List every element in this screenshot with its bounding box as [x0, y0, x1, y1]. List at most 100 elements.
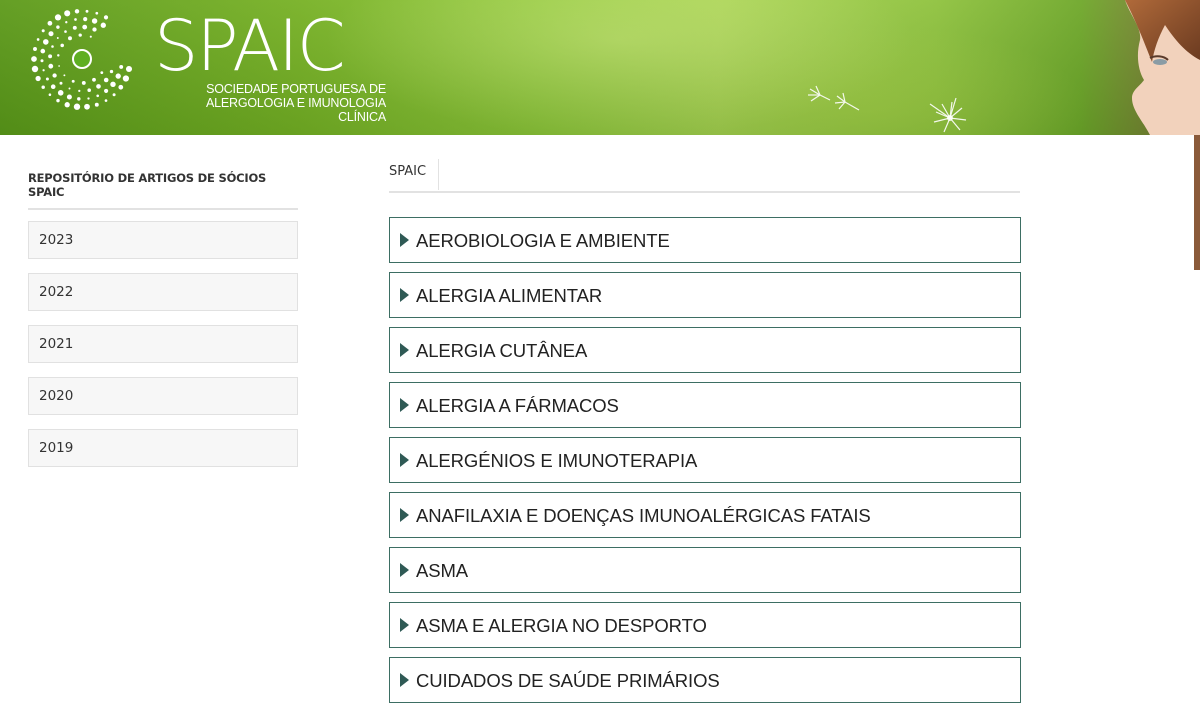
topic-item[interactable]: ALERGIA ALIMENTAR	[389, 272, 1021, 318]
year-item-2020[interactable]: 2020	[28, 377, 298, 415]
logo-dot	[57, 54, 60, 57]
logo-dot	[78, 33, 82, 37]
logo-dot	[71, 79, 75, 83]
logo-dot	[81, 80, 86, 85]
logo-dot	[109, 69, 114, 74]
logo-dot	[64, 10, 71, 17]
logo-dot	[33, 47, 37, 51]
year-item-2022[interactable]: 2022	[28, 273, 298, 311]
caret-right-icon	[400, 398, 409, 412]
logo-dot	[40, 59, 44, 63]
topic-label: ALERGIA ALIMENTAR	[416, 285, 603, 306]
year-item-2021[interactable]: 2021	[28, 325, 298, 363]
logo-dot	[85, 9, 89, 13]
logo-dot	[60, 43, 64, 48]
logo-dot	[68, 36, 72, 41]
logo-dot	[92, 27, 97, 32]
header-banner: SPAIC SOCIEDADE PORTUGUESA DE ALERGOLOGI…	[0, 0, 1200, 135]
logo-dot	[68, 87, 71, 90]
year-item-2023[interactable]: 2023	[28, 221, 298, 259]
logo-dot	[87, 88, 91, 92]
logo-dot	[42, 69, 45, 72]
topic-item[interactable]: ASMA E ALERGIA NO DESPORTO	[389, 602, 1021, 648]
topic-label: ALERGIA CUTÂNEA	[416, 340, 588, 361]
caret-right-icon	[400, 618, 409, 632]
logo-dot	[103, 15, 109, 20]
logo-dot	[58, 65, 60, 67]
logo-dot	[41, 85, 45, 89]
logo-dot	[48, 93, 52, 96]
child-portrait-decoration	[1125, 0, 1200, 135]
logo-dot	[112, 93, 116, 97]
topic-item[interactable]: ALERGIA A FÁRMACOS	[389, 382, 1021, 428]
logo-dot	[31, 65, 39, 73]
caret-right-icon	[400, 288, 409, 302]
logo-dot	[73, 103, 81, 110]
topic-item[interactable]: ALERGIA CUTÂNEA	[389, 327, 1021, 373]
logo-dot	[92, 77, 96, 82]
logo-dot	[63, 74, 66, 77]
topic-label: ASMA E ALERGIA NO DESPORTO	[416, 615, 707, 636]
logo-dot	[95, 11, 99, 15]
caret-right-icon	[400, 673, 409, 687]
logo-dot	[115, 73, 121, 79]
logo-dot	[52, 73, 57, 78]
topic-item[interactable]: CUIDADOS DE SAÚDE PRIMÁRIOS	[389, 657, 1021, 703]
topic-item[interactable]: ASMA	[389, 547, 1021, 593]
topic-item[interactable]: AEROBIOLOGIA E AMBIENTE	[389, 217, 1021, 263]
logo-dot	[82, 24, 88, 30]
dandelion-seeds-decoration	[808, 85, 967, 133]
logo-dot	[96, 94, 100, 98]
sidebar-title: REPOSITÓRIO DE ARTIGOS DE SÓCIOS SPAIC	[28, 171, 298, 210]
logo-subtitle-line1: SOCIEDADE PORTUGUESA DE	[206, 82, 386, 96]
topic-item[interactable]: ANAFILAXIA E DOENÇAS IMUNOALÉRGICAS FATA…	[389, 492, 1021, 538]
logo-dot	[56, 25, 60, 29]
logo-dot	[122, 75, 130, 82]
logo-dot	[56, 37, 59, 39]
topic-label: ANAFILAXIA E DOENÇAS IMUNOALÉRGICAS FATA…	[416, 505, 871, 526]
logo-dot	[41, 29, 45, 33]
logo-dot	[57, 90, 64, 96]
logo-dot	[48, 63, 54, 69]
logo-dot	[65, 21, 68, 24]
logo-dot	[59, 81, 63, 85]
topic-accordion: AEROBIOLOGIA E AMBIENTE ALERGIA ALIMENTA…	[389, 217, 1021, 705]
logo-dot	[84, 103, 90, 110]
dotted-circle-logo-icon	[31, 9, 133, 110]
topic-label: CUIDADOS DE SAÚDE PRIMÁRIOS	[416, 670, 720, 691]
caret-right-icon	[400, 343, 409, 357]
logo-subtitle-line2: ALERGOLOGIA E IMUNOLOGIA CLÍNICA	[206, 96, 386, 124]
logo-dot	[64, 102, 70, 108]
logo-dot	[35, 75, 41, 82]
logo-dot	[64, 30, 67, 33]
logo-wordmark[interactable]: SPAIC	[154, 8, 346, 84]
logo-dot	[74, 9, 80, 14]
logo-dot	[43, 39, 49, 45]
logo-dot	[89, 35, 92, 38]
logo-dot	[31, 56, 37, 62]
topic-label: ASMA	[416, 560, 469, 581]
logo-dot	[96, 84, 101, 89]
logo-dot	[125, 65, 133, 73]
breadcrumb-item-spaic[interactable]: SPAIC	[389, 159, 439, 190]
logo-subtitle: SOCIEDADE PORTUGUESA DE ALERGOLOGIA E IM…	[156, 82, 386, 124]
topic-label: AEROBIOLOGIA E AMBIENTE	[416, 230, 670, 251]
topic-item[interactable]: ALERGÉNIOS E IMUNOTERAPIA	[389, 437, 1021, 483]
logo-dot	[54, 14, 62, 21]
breadcrumb: SPAIC	[389, 159, 1020, 193]
logo-dot	[50, 84, 56, 90]
caret-right-icon	[400, 453, 409, 467]
logo-dot	[47, 20, 53, 26]
logo-dot	[56, 98, 60, 103]
logo-dot	[36, 38, 40, 41]
logo-dot	[51, 45, 54, 48]
logo-dot	[104, 88, 109, 93]
logo-dot	[103, 77, 109, 83]
logo-dot	[91, 18, 98, 24]
year-item-2019[interactable]: 2019	[28, 429, 298, 467]
caret-right-icon	[400, 233, 409, 247]
logo-dot	[100, 22, 106, 28]
logo-dot	[74, 18, 77, 21]
logo-dot	[83, 17, 88, 22]
logo-dot	[77, 97, 81, 101]
